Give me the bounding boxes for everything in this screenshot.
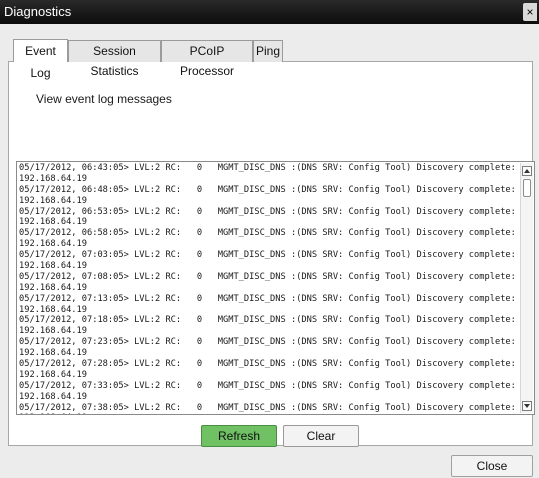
tab-ping[interactable]: Ping [253,40,283,62]
log-line: 05/17/2012, 06:58:05> LVL:2 RC: 0 MGMT_D… [19,228,516,239]
log-line: 192.168.64.19 [19,348,87,359]
log-line: 192.168.64.19 [19,413,514,414]
refresh-button[interactable]: Refresh [201,425,277,447]
event-log-textarea[interactable]: 05/17/2012, 06:43:05> LVL:2 RC: 0 MGMT_D… [16,161,535,415]
log-line: 05/17/2012, 07:18:05> LVL:2 RC: 0 MGMT_D… [19,315,516,326]
log-line: 05/17/2012, 07:33:05> LVL:2 RC: 0 MGMT_D… [19,380,516,391]
vertical-scrollbar[interactable] [520,163,533,413]
tab-session-statistics[interactable]: Session Statistics [68,40,161,78]
log-line: 05/17/2012, 07:03:05> LVL:2 RC: 0 MGMT_D… [19,250,516,261]
log-line: 192.168.64.19 [19,261,87,272]
window-titlebar: Diagnostics × [0,0,539,24]
log-line: 192.168.64.19 [19,369,87,380]
log-line: 192.168.64.19 [19,326,87,337]
log-line: 192.168.64.19 [19,173,87,184]
event-log-lines: 05/17/2012, 06:43:05> LVL:2 RC: 0 MGMT_D… [19,163,516,414]
log-line: 192.168.64.19 [19,304,87,315]
log-line: 05/17/2012, 06:43:05> LVL:2 RC: 0 MGMT_D… [19,163,516,173]
event-log-description: View event log messages [36,92,172,106]
log-line: 05/17/2012, 07:08:05> LVL:2 RC: 0 MGMT_D… [19,271,516,282]
log-line: 192.168.64.19 [19,195,87,206]
log-line: 192.168.64.19 [19,217,87,228]
clear-button[interactable]: Clear [283,425,359,447]
log-line: 05/17/2012, 07:13:05> LVL:2 RC: 0 MGMT_D… [19,293,516,304]
scroll-down-arrow-icon[interactable] [522,401,532,411]
tab-event-log[interactable]: Event Log [13,39,68,80]
window-title: Diagnostics [4,4,72,19]
log-line: 192.168.64.19 [19,239,87,250]
log-line: 05/17/2012, 07:23:05> LVL:2 RC: 0 MGMT_D… [19,337,516,348]
scroll-up-arrow-icon[interactable] [522,166,532,176]
scrollbar-thumb[interactable] [523,179,531,197]
close-button[interactable]: Close [451,455,533,477]
window-close-icon[interactable]: × [523,3,537,21]
log-line: 192.168.64.19 [19,282,87,293]
log-line: 05/17/2012, 07:28:05> LVL:2 RC: 0 MGMT_D… [19,359,516,370]
log-line: 05/17/2012, 07:38:05> LVL:2 RC: 0 MGMT_D… [19,402,516,413]
log-line: 192.168.64.19 [19,391,87,402]
log-line: 05/17/2012, 06:53:05> LVL:2 RC: 0 MGMT_D… [19,206,516,217]
log-line: 05/17/2012, 06:48:05> LVL:2 RC: 0 MGMT_D… [19,184,516,195]
tab-pcoip-processor[interactable]: PCoIP Processor [161,40,253,78]
